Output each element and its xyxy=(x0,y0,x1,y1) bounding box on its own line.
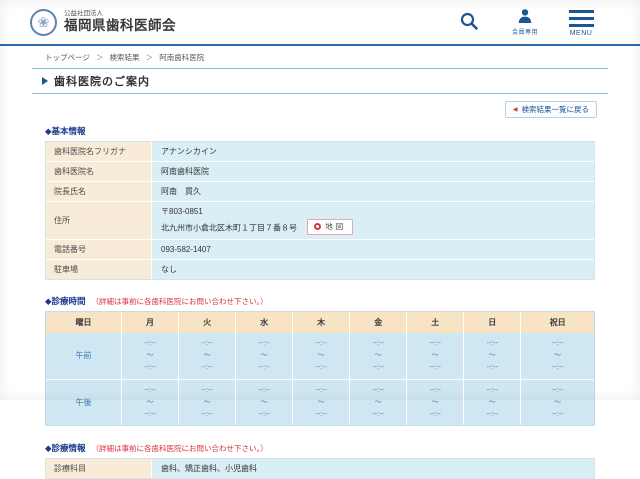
breadcrumb: トップページ ＞ 検索結果 ＞ 阿南歯科医院 xyxy=(45,52,640,63)
page-title: 歯科医院のご案内 xyxy=(54,73,150,89)
hours-row-label: 午前 xyxy=(46,333,121,380)
table-row: 院長氏名 阿南 貫久 xyxy=(46,182,594,202)
row-value: 阿南 貫久 xyxy=(151,182,594,202)
breadcrumb-separator: ＞ xyxy=(96,53,104,62)
row-value: 093-582-1407 xyxy=(151,240,594,260)
hours-time-cell: --:--～--:-- xyxy=(121,380,178,426)
hours-time-cell: --:--～--:-- xyxy=(520,333,594,380)
table-row: 歯科医院名フリガナ アナンシカイン xyxy=(46,142,594,162)
row-value: 歯科、矯正歯科、小児歯科 xyxy=(151,459,594,478)
hours-time-cell: --:--～--:-- xyxy=(121,333,178,380)
hours-row: 午後--:--～--:----:--～--:----:--～--:----:--… xyxy=(46,380,594,426)
hours-time-cell: --:--～--:-- xyxy=(520,380,594,426)
hours-body: 午前--:--～--:----:--～--:----:--～--:----:--… xyxy=(46,333,594,425)
search-button[interactable] xyxy=(454,8,484,31)
menu-button[interactable]: MENU xyxy=(566,8,596,37)
hours-time-cell: --:--～--:-- xyxy=(292,380,349,426)
table-row: 駐車場 なし xyxy=(46,260,594,279)
row-value: なし xyxy=(151,260,594,279)
hours-row-label: 午後 xyxy=(46,380,121,426)
hours-time-cell: --:--～--:-- xyxy=(406,333,463,380)
clinic-info-table: 診療科目 歯科、矯正歯科、小児歯科 xyxy=(45,458,595,479)
hours-note: （詳細は事前に各歯科医院にお問い合わせ下さい。） xyxy=(92,296,268,307)
row-label: 診療科目 xyxy=(46,459,151,478)
hours-col: 水 xyxy=(235,312,292,333)
hours-time-cell: --:--～--:-- xyxy=(349,380,406,426)
brand[interactable]: ❀ 公益社団法人 福岡県歯科医師会 xyxy=(30,9,176,36)
member-area-label: 会員専用 xyxy=(512,27,538,36)
row-label: 歯科医院名フリガナ xyxy=(46,142,151,162)
breadcrumb-home[interactable]: トップページ xyxy=(45,53,90,62)
row-label: 歯科医院名 xyxy=(46,162,151,182)
back-to-results-label: 検索結果一覧に戻る xyxy=(522,104,590,115)
search-icon xyxy=(459,11,479,31)
hours-table: 曜日月火水木金土日祝日 午前--:--～--:----:--～--:----:-… xyxy=(45,311,595,426)
row-label: 駐車場 xyxy=(46,260,151,279)
hours-header-row: 曜日月火水木金土日祝日 xyxy=(46,312,594,333)
hours-col: 木 xyxy=(292,312,349,333)
row-label: 住所 xyxy=(46,202,151,240)
hours-time-cell: --:--～--:-- xyxy=(292,333,349,380)
clinic-info-title: ◆診療情報 xyxy=(45,442,86,454)
hours-time-cell: --:--～--:-- xyxy=(406,380,463,426)
hours-title: ◆診療時間 xyxy=(45,295,86,307)
back-arrow-icon: ◀ xyxy=(513,106,518,113)
table-row: 電話番号 093-582-1407 xyxy=(46,240,594,260)
row-value-address: 〒803-0851 北九州市小倉北区木町１丁目７番８号 地図 xyxy=(151,202,594,240)
triangle-marker-icon xyxy=(42,77,48,85)
hours-time-cell: --:--～--:-- xyxy=(178,380,235,426)
map-button[interactable]: 地図 xyxy=(307,219,353,235)
hours-time-cell: --:--～--:-- xyxy=(463,380,520,426)
clinic-info-section: ◆診療情報 （詳細は事前に各歯科医院にお問い合わせ下さい。） 診療科目 歯科、矯… xyxy=(45,442,595,479)
hours-col: 火 xyxy=(178,312,235,333)
table-row: 住所 〒803-0851 北九州市小倉北区木町１丁目７番８号 地図 xyxy=(46,202,594,240)
hours-col: 月 xyxy=(121,312,178,333)
member-area-button[interactable]: 会員専用 xyxy=(510,8,540,36)
map-pin-icon xyxy=(314,223,321,230)
row-label: 電話番号 xyxy=(46,240,151,260)
breadcrumb-search-results[interactable]: 検索結果 xyxy=(110,53,140,62)
row-label: 院長氏名 xyxy=(46,182,151,202)
row-value: 阿南歯科医院 xyxy=(151,162,594,182)
back-to-results-button[interactable]: ◀ 検索結果一覧に戻る xyxy=(505,101,597,118)
hours-col: 金 xyxy=(349,312,406,333)
page-title-bar: 歯科医院のご案内 xyxy=(32,68,608,94)
hours-col: 祝日 xyxy=(520,312,594,333)
person-icon xyxy=(517,8,533,24)
breadcrumb-current: 阿南歯科医院 xyxy=(159,53,204,62)
basic-info-title: ◆基本情報 xyxy=(45,125,86,137)
hamburger-icon xyxy=(569,8,594,27)
table-row: 診療科目 歯科、矯正歯科、小児歯科 xyxy=(46,459,594,478)
hours-col-day: 曜日 xyxy=(46,312,121,333)
breadcrumb-separator: ＞ xyxy=(146,53,154,62)
postal-code: 〒803-0851 xyxy=(161,206,585,219)
hours-time-cell: --:--～--:-- xyxy=(349,333,406,380)
basic-info-table: 歯科医院名フリガナ アナンシカイン 歯科医院名 阿南歯科医院 院長氏名 阿南 貫… xyxy=(45,141,595,280)
hours-section: ◆診療時間 （詳細は事前に各歯科医院にお問い合わせ下さい。） 曜日月火水木金土日… xyxy=(45,295,595,426)
brand-text: 公益社団法人 福岡県歯科医師会 xyxy=(64,10,176,35)
row-value: アナンシカイン xyxy=(151,142,594,162)
hours-time-cell: --:--～--:-- xyxy=(178,333,235,380)
hours-row: 午前--:--～--:----:--～--:----:--～--:----:--… xyxy=(46,333,594,380)
org-type: 公益社団法人 xyxy=(64,10,176,18)
hours-time-cell: --:--～--:-- xyxy=(235,333,292,380)
hours-time-cell: --:--～--:-- xyxy=(235,380,292,426)
map-button-label: 地図 xyxy=(325,221,346,233)
hours-col: 日 xyxy=(463,312,520,333)
hours-time-cell: --:--～--:-- xyxy=(463,333,520,380)
back-row: ◀ 検索結果一覧に戻る xyxy=(0,98,597,118)
clinic-info-note: （詳細は事前に各歯科医院にお問い合わせ下さい。） xyxy=(92,443,268,454)
flower-glyph: ❀ xyxy=(38,15,50,29)
association-logo-icon: ❀ xyxy=(30,9,57,36)
header-actions: 会員専用 MENU xyxy=(454,8,596,37)
table-row: 歯科医院名 阿南歯科医院 xyxy=(46,162,594,182)
basic-info-section: ◆基本情報 歯科医院名フリガナ アナンシカイン 歯科医院名 阿南歯科医院 院長氏… xyxy=(45,125,595,280)
site-header: ❀ 公益社団法人 福岡県歯科医師会 会員専用 MENU xyxy=(0,0,640,46)
hours-col: 土 xyxy=(406,312,463,333)
menu-label: MENU xyxy=(570,30,593,37)
org-name: 福岡県歯科医師会 xyxy=(64,18,176,35)
address-line: 北九州市小倉北区木町１丁目７番８号 地図 xyxy=(161,219,585,235)
